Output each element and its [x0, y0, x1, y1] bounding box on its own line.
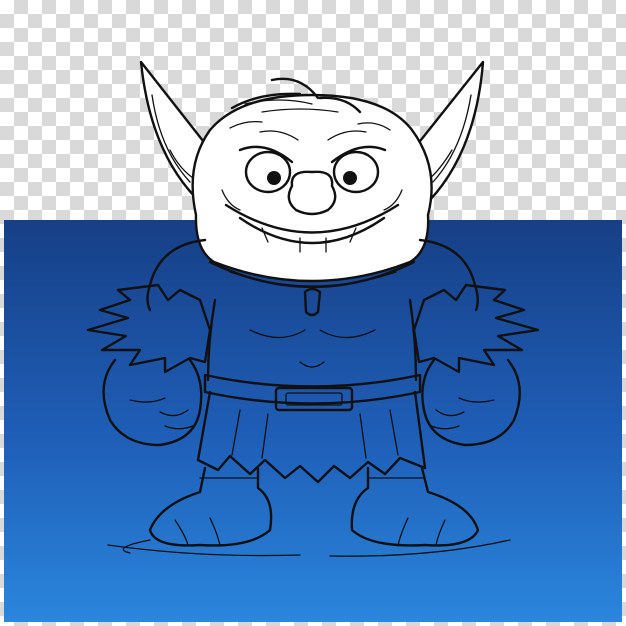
checkerboard-background [0, 0, 626, 626]
belt-and-loincloth [196, 373, 427, 484]
goblin-illustration [86, 60, 540, 557]
goblin-head [191, 77, 433, 283]
